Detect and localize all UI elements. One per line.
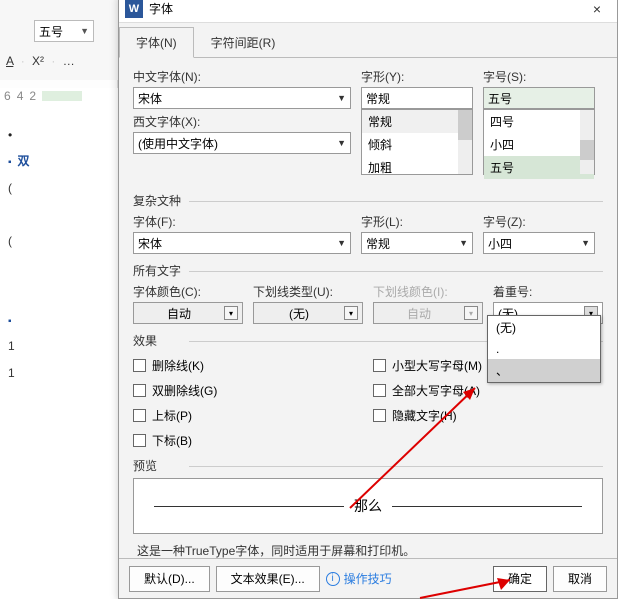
size-option[interactable]: 五号 xyxy=(484,156,594,179)
tips-link[interactable]: i 操作技巧 xyxy=(326,570,392,587)
font-color-select[interactable]: 自动 ▾ xyxy=(133,302,243,324)
complex-section-label: 复杂文种 xyxy=(133,192,603,209)
font-color-icon[interactable]: A xyxy=(6,54,13,68)
western-font-label: 西文字体(X): xyxy=(133,113,351,130)
strike-checkbox[interactable]: 删除线(K) xyxy=(133,357,363,374)
size-input[interactable]: 五号 xyxy=(483,87,595,109)
chevron-down-icon: ▼ xyxy=(80,26,89,36)
hidden-checkbox[interactable]: 隐藏文字(H) xyxy=(373,407,603,424)
chevron-down-icon: ▼ xyxy=(337,93,346,103)
complex-style-label: 字形(L): xyxy=(361,213,473,230)
emphasis-option[interactable]: . xyxy=(488,339,600,359)
style-input[interactable]: 常规 xyxy=(361,87,473,109)
complex-style-select[interactable]: 常规 ▼ xyxy=(361,232,473,254)
complex-size-select[interactable]: 小四 ▼ xyxy=(483,232,595,254)
tab-strip: 字体(N) 字符间距(R) xyxy=(119,23,617,58)
dblstrike-checkbox[interactable]: 双删除线(G) xyxy=(133,382,363,399)
style-option[interactable]: 加粗 xyxy=(362,156,472,179)
western-font-select[interactable]: (使用中文字体) ▼ xyxy=(133,132,351,154)
underline-label: 下划线类型(U): xyxy=(253,283,363,300)
chevron-down-icon: ▼ xyxy=(337,138,346,148)
chinese-font-select[interactable]: 宋体 ▼ xyxy=(133,87,351,109)
ribbon-fragment: 五号 ▼ A · X² · … xyxy=(0,0,118,80)
word-logo-icon: W xyxy=(125,0,143,18)
scrollbar[interactable] xyxy=(458,110,472,174)
size-option[interactable]: 小四 xyxy=(484,133,594,156)
tab-font[interactable]: 字体(N) xyxy=(119,27,194,58)
style-listbox[interactable]: 常规 倾斜 加粗 xyxy=(361,109,473,175)
font-size-combo[interactable]: 五号 ▼ xyxy=(34,20,94,42)
font-dialog: W 字体 × 字体(N) 字符间距(R) 中文字体(N): 宋体 ▼ 字形(Y)… xyxy=(118,0,618,599)
document-body-fragment: • 双 ( ( 1 1 xyxy=(0,104,118,599)
emphasis-option[interactable]: (无) xyxy=(488,316,600,339)
subscript-checkbox[interactable]: 下标(B) xyxy=(133,432,363,449)
preview-text: 那么 xyxy=(354,496,382,516)
ruler: 6 4 2 xyxy=(0,88,118,104)
titlebar: W 字体 × xyxy=(119,0,617,23)
complex-font-label: 字体(F): xyxy=(133,213,351,230)
allcaps-checkbox[interactable]: 全部大写字母(A) xyxy=(373,382,603,399)
preview-box: 那么 xyxy=(133,478,603,534)
style-option[interactable]: 倾斜 xyxy=(362,133,472,156)
background-app: 五号 ▼ A · X² · … 6 4 2 • 双 ( ( 1 1 xyxy=(0,0,118,599)
close-button[interactable]: × xyxy=(583,1,611,17)
superscript-icon[interactable]: X² xyxy=(32,54,44,68)
info-icon: i xyxy=(326,572,340,586)
size-label: 字号(S): xyxy=(483,68,595,85)
preview-section-label: 预览 xyxy=(133,457,603,474)
chinese-font-label: 中文字体(N): xyxy=(133,68,351,85)
panel-font: 中文字体(N): 宋体 ▼ 字形(Y): 常规 常规 倾斜 加粗 xyxy=(119,58,617,559)
style-label: 字形(Y): xyxy=(361,68,473,85)
default-button[interactable]: 默认(D)... xyxy=(129,566,210,592)
chevron-down-icon: ▼ xyxy=(337,238,346,248)
font-size-value: 五号 xyxy=(39,23,63,40)
complex-font-select[interactable]: 宋体 ▼ xyxy=(133,232,351,254)
chevron-down-icon: ▾ xyxy=(224,306,238,320)
emphasis-option[interactable]: 、 xyxy=(488,359,600,382)
dialog-title: 字体 xyxy=(149,0,173,17)
underline-select[interactable]: (无) ▾ xyxy=(253,302,363,324)
emphasis-label: 着重号: xyxy=(493,283,603,300)
cancel-button[interactable]: 取消 xyxy=(553,566,607,592)
style-option[interactable]: 常规 xyxy=(362,110,472,133)
emphasis-dropdown-popup[interactable]: (无) . 、 xyxy=(487,315,601,383)
chevron-down-icon: ▼ xyxy=(459,238,468,248)
size-option[interactable]: 四号 xyxy=(484,110,594,133)
chevron-down-icon: ▾ xyxy=(464,306,478,320)
font-color-label: 字体颜色(C): xyxy=(133,283,243,300)
scrollbar[interactable] xyxy=(580,110,594,174)
chevron-down-icon: ▾ xyxy=(344,306,358,320)
preview-note: 这是一种TrueType字体，同时适用于屏幕和打印机。 xyxy=(137,542,603,559)
size-listbox[interactable]: 四号 小四 五号 xyxy=(483,109,595,175)
complex-size-label: 字号(Z): xyxy=(483,213,595,230)
text-effect-button[interactable]: 文本效果(E)... xyxy=(216,566,320,592)
dialog-footer: 默认(D)... 文本效果(E)... i 操作技巧 确定 取消 xyxy=(119,558,617,598)
underline-color-label: 下划线颜色(I): xyxy=(373,283,483,300)
more-icon[interactable]: … xyxy=(63,54,75,68)
tab-spacing[interactable]: 字符间距(R) xyxy=(194,27,293,57)
ribbon-row2: A · X² · … xyxy=(6,54,75,68)
alltext-section-label: 所有文字 xyxy=(133,262,603,279)
underline-color-select: 自动 ▾ xyxy=(373,302,483,324)
chevron-down-icon: ▼ xyxy=(581,238,590,248)
superscript-checkbox[interactable]: 上标(P) xyxy=(133,407,363,424)
ok-button[interactable]: 确定 xyxy=(493,566,547,592)
